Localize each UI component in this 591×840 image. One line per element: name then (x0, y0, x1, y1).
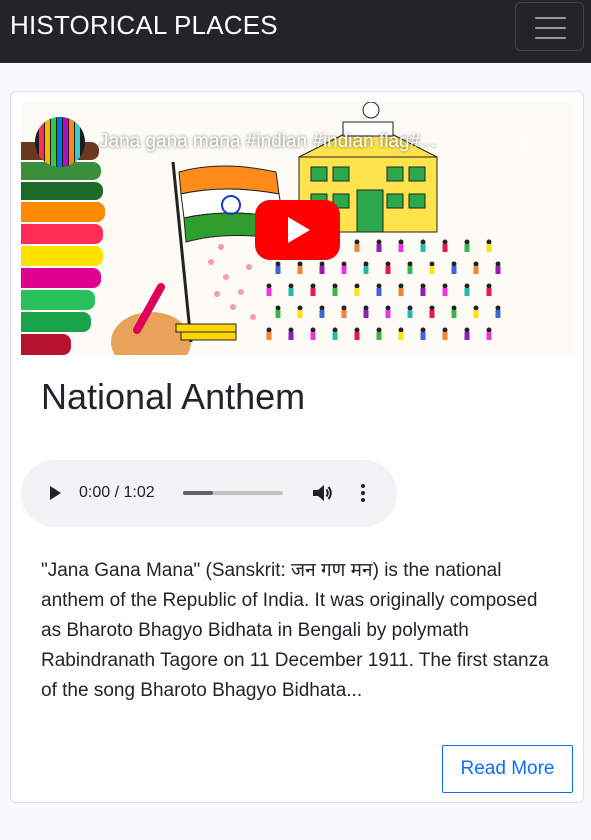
navbar-brand[interactable]: HISTORICAL PLACES (10, 9, 278, 41)
volume-icon[interactable] (311, 482, 335, 504)
channel-avatar[interactable] (35, 117, 85, 167)
read-more-button[interactable]: Read More (442, 745, 573, 793)
youtube-play-icon[interactable] (255, 200, 340, 260)
card-title: National Anthem (41, 376, 306, 417)
navbar: HISTORICAL PLACES (0, 0, 591, 63)
audio-progress-slider[interactable] (183, 491, 283, 495)
play-icon[interactable] (45, 483, 65, 503)
place-card: Jana gana mana #indian #indian flag#... … (10, 91, 584, 803)
audio-menu-icon[interactable] (357, 482, 369, 504)
vertical-ellipsis-icon[interactable] (517, 132, 537, 154)
hamburger-menu-icon (535, 16, 566, 40)
video-title[interactable]: Jana gana mana #indian #indian flag#... (99, 130, 436, 154)
audio-player[interactable]: 0:00 / 1:02 (21, 460, 397, 527)
audio-buffered-bar (183, 491, 213, 495)
audio-time: 0:00 / 1:02 (79, 484, 155, 501)
navbar-toggler-button[interactable] (515, 2, 584, 51)
youtube-video-embed[interactable]: Jana gana mana #indian #indian flag#... (21, 102, 573, 355)
card-description: "Jana Gana Mana" (Sanskrit: जन गण मन) is… (41, 560, 549, 701)
